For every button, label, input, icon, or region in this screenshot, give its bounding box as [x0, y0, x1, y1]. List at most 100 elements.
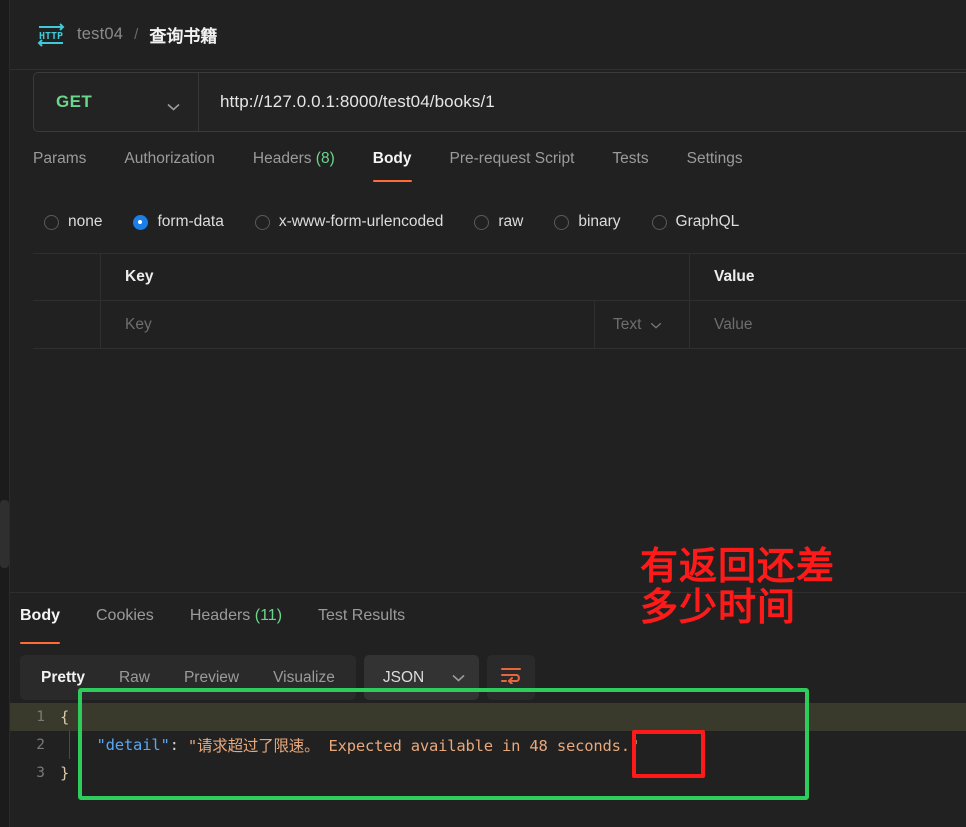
radio-label: GraphQL	[675, 213, 740, 230]
response-tab-test-results[interactable]: Test Results	[318, 604, 405, 644]
code-line: 1 {	[10, 703, 966, 731]
tab-authorization[interactable]: Authorization	[124, 148, 214, 182]
red-annotation-note: 有返回还差 多少时间	[640, 545, 940, 630]
tab-label: Body	[372, 150, 412, 167]
code-fold-guide	[69, 731, 70, 759]
wrap-lines-button[interactable]	[486, 655, 535, 700]
breadcrumb-separator: /	[134, 26, 139, 43]
breadcrumb-header: HTTP test04 / 查询书籍	[10, 0, 966, 70]
radio-label: x-www-form-urlencoded	[278, 213, 444, 230]
view-mode-label: Preview	[183, 668, 240, 686]
tab-label: Authorization	[124, 150, 215, 167]
tab-label: Cookies	[96, 607, 154, 624]
column-header-key: Key	[125, 268, 154, 285]
table-header-row: Key Value	[33, 253, 966, 301]
format-label: JSON	[382, 668, 425, 686]
wrap-lines-icon	[500, 666, 522, 689]
column-header-value: Value	[714, 268, 755, 285]
key-input[interactable]: Key	[101, 301, 595, 348]
tab-settings[interactable]: Settings	[687, 148, 743, 182]
tab-label: Settings	[686, 150, 743, 167]
radio-icon	[44, 214, 59, 230]
tab-label: Body	[20, 607, 60, 624]
chevron-down-icon	[452, 669, 465, 687]
chevron-down-icon	[167, 98, 180, 111]
tab-headers[interactable]: Headers (8)	[253, 148, 335, 182]
tab-label: Headers	[189, 607, 251, 624]
svg-text:HTTP: HTTP	[39, 31, 63, 42]
code-line: 3 }	[10, 759, 966, 787]
radio-form-data[interactable]: form-data	[133, 213, 224, 231]
view-mode-label: Visualize	[273, 668, 335, 686]
postman-window: HTTP test04 / 查询书籍 GET http://127.0.0.1:…	[0, 0, 966, 827]
radio-label: binary	[578, 213, 621, 230]
line-number: 3	[36, 765, 45, 781]
tab-pre-request-script[interactable]: Pre-request Script	[450, 148, 575, 182]
view-mode-label: Raw	[118, 668, 150, 686]
view-mode-preview[interactable]: Preview	[167, 659, 256, 696]
body-type-radio-group: none form-data x-www-form-urlencoded raw…	[44, 208, 770, 236]
line-number: 2	[36, 737, 45, 753]
response-tab-body[interactable]: Body	[20, 604, 60, 644]
value-placeholder: Value	[714, 315, 753, 333]
response-body-viewer[interactable]: 1 { 2 "detail": "请求超过了限速。 Expected avail…	[10, 703, 966, 827]
radio-icon	[254, 214, 270, 230]
radio-x-www-form-urlencoded[interactable]: x-www-form-urlencoded	[254, 213, 444, 231]
radio-graphql[interactable]: GraphQL	[651, 213, 740, 231]
url-bar: GET http://127.0.0.1:8000/test04/books/1	[33, 72, 966, 132]
radio-binary[interactable]: binary	[554, 213, 621, 231]
response-tab-headers[interactable]: Headers (11)	[190, 604, 282, 644]
method-selector[interactable]: GET	[34, 73, 199, 131]
view-mode-segment: Pretty Raw Preview Visualize	[20, 655, 356, 700]
response-headers-count-badge: (11)	[254, 607, 283, 624]
key-placeholder: Key	[125, 315, 152, 333]
radio-icon	[474, 214, 490, 230]
header-value-cell: Value	[690, 254, 966, 300]
radio-icon	[133, 214, 149, 230]
format-selector[interactable]: JSON	[363, 655, 479, 700]
url-input[interactable]: http://127.0.0.1:8000/test04/books/1	[199, 92, 966, 112]
value-type-selector[interactable]: Text	[595, 301, 690, 348]
radio-icon	[554, 214, 570, 230]
request-tabs: Params Authorization Headers (8) Body Pr…	[33, 148, 781, 190]
tab-label: Pre-request Script	[449, 150, 575, 167]
response-toolbar: Pretty Raw Preview Visualize JSON	[20, 655, 535, 700]
tab-label: Test Results	[318, 607, 406, 624]
response-tab-cookies[interactable]: Cookies	[96, 604, 154, 644]
method-label: GET	[56, 92, 93, 111]
code-content: {	[60, 708, 70, 726]
json-value: "请求超过了限速。 Expected available in 48 secon…	[187, 737, 640, 755]
radio-none[interactable]: none	[44, 213, 102, 231]
http-protocol-icon: HTTP	[36, 22, 66, 47]
tab-body[interactable]: Body	[372, 148, 412, 182]
radio-label: raw	[498, 213, 524, 230]
code-line: 2 "detail": "请求超过了限速。 Expected available…	[10, 731, 966, 759]
header-checkbox-cell	[33, 254, 101, 300]
view-mode-pretty[interactable]: Pretty	[24, 659, 102, 696]
form-data-table: Key Value Key Text Value	[33, 253, 966, 349]
tab-params[interactable]: Params	[33, 148, 86, 182]
headers-count-badge: (8)	[315, 150, 335, 167]
value-input[interactable]: Value	[690, 301, 966, 348]
tab-tests[interactable]: Tests	[612, 148, 648, 182]
response-tabs: Body Cookies Headers (11) Test Results	[20, 604, 441, 644]
view-mode-visualize[interactable]: Visualize	[256, 659, 352, 696]
breadcrumb-parent[interactable]: test04	[77, 25, 123, 44]
view-mode-label: Pretty	[41, 668, 85, 686]
radio-raw[interactable]: raw	[474, 213, 523, 231]
value-type-label: Text	[613, 315, 642, 333]
header-key-cell: Key	[101, 254, 690, 300]
radio-label: form-data	[157, 213, 224, 230]
radio-label: none	[68, 213, 103, 230]
view-mode-raw[interactable]: Raw	[102, 659, 167, 696]
tab-label: Params	[33, 150, 87, 167]
annotation-line-2: 多少时间	[640, 585, 797, 630]
page-title: 查询书籍	[149, 27, 218, 46]
code-content: }	[60, 764, 70, 782]
line-number: 1	[36, 709, 45, 725]
chevron-down-icon	[650, 316, 662, 334]
radio-icon	[651, 214, 667, 230]
sidebar-scrollbar[interactable]	[0, 500, 9, 568]
row-checkbox-cell[interactable]	[33, 301, 101, 348]
